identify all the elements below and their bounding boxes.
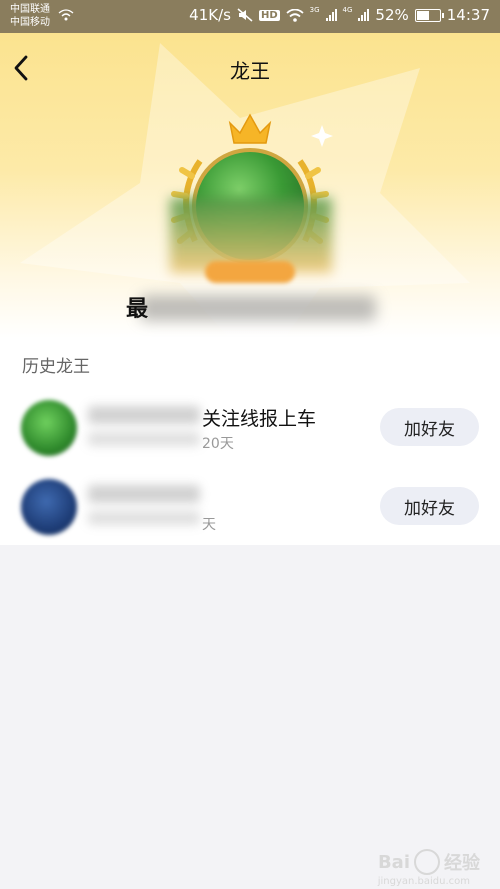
redacted-name bbox=[88, 406, 200, 424]
network-speed: 41K/s bbox=[189, 6, 231, 24]
baidu-watermark: Bai 经验 bbox=[378, 849, 480, 875]
hotspot-icon bbox=[58, 9, 74, 21]
list-item[interactable]: 天 加好友 bbox=[0, 477, 500, 539]
nickname-first-char: 最 bbox=[126, 297, 149, 322]
wifi-icon bbox=[286, 8, 304, 22]
watermark-brand: Bai bbox=[377, 851, 410, 873]
network-type-2: 4G bbox=[342, 6, 353, 14]
dragon-king-badge bbox=[205, 261, 295, 283]
add-friend-button[interactable]: 加好友 bbox=[380, 487, 479, 525]
page-title: 龙王 bbox=[230, 59, 270, 83]
carrier-2: 中国移动 bbox=[10, 17, 50, 28]
member-days: 20天 bbox=[202, 436, 234, 452]
dragon-king-header: 龙王 最 bbox=[0, 33, 500, 338]
member-days: 天 bbox=[202, 517, 216, 533]
avatar[interactable] bbox=[21, 479, 77, 535]
section-title: 历史龙王 bbox=[22, 357, 90, 377]
list-item[interactable]: 关注线报上车 20天 加好友 bbox=[0, 398, 500, 460]
network-type-1: 3G bbox=[309, 6, 320, 14]
status-bar: 中国联通 中国移动 41K/s HD 3G 4G 52% 14:37 bbox=[0, 0, 500, 33]
paw-icon bbox=[414, 849, 440, 875]
battery-percent: 52% bbox=[375, 6, 409, 24]
carrier-info: 中国联通 中国移动 bbox=[10, 3, 50, 29]
battery-icon bbox=[414, 8, 444, 22]
signal-icon-1 bbox=[325, 9, 337, 21]
redacted-subtitle bbox=[88, 511, 200, 525]
hd-badge: HD bbox=[258, 9, 280, 21]
clock: 14:37 bbox=[446, 6, 490, 24]
watermark-url: jingyan.baidu.com bbox=[377, 876, 470, 887]
signal-icon-2 bbox=[358, 9, 370, 21]
member-name-fragment: 关注线报上车 bbox=[202, 408, 317, 430]
avatar[interactable] bbox=[21, 400, 77, 456]
watermark-brand-cn: 经验 bbox=[444, 853, 480, 874]
redacted-nickname bbox=[140, 295, 376, 321]
carrier-1: 中国联通 bbox=[10, 4, 50, 15]
redacted-subtitle bbox=[88, 432, 200, 446]
add-friend-button[interactable]: 加好友 bbox=[380, 408, 479, 446]
redacted-name bbox=[88, 485, 200, 503]
mute-icon bbox=[237, 8, 253, 22]
history-panel: 历史龙王 关注线报上车 20天 加好友 天 加好友 bbox=[0, 338, 500, 545]
